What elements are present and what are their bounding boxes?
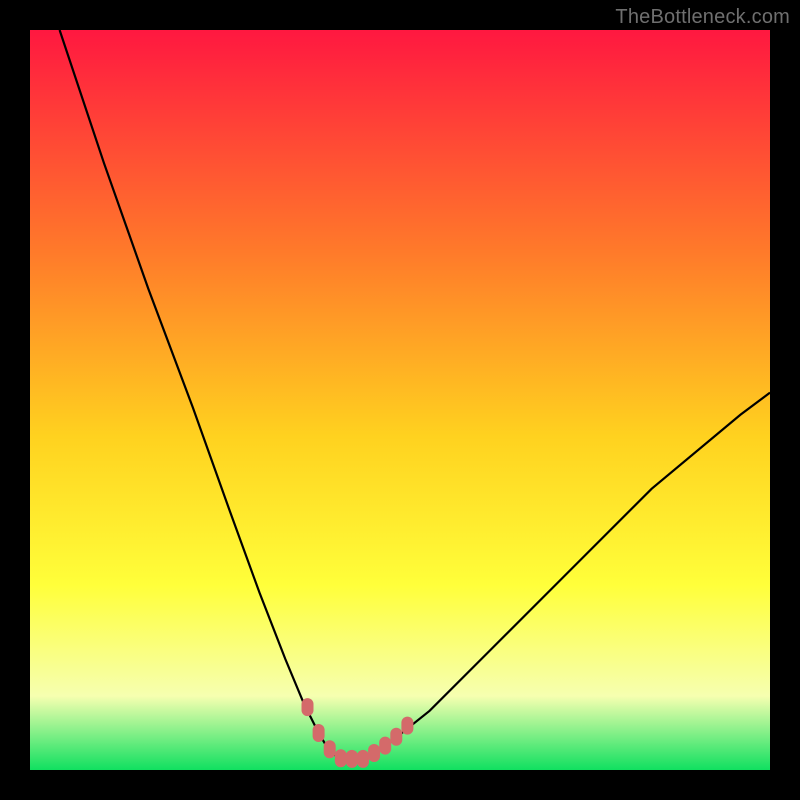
marker-dot bbox=[346, 750, 358, 768]
marker-dot bbox=[368, 744, 380, 762]
marker-dot bbox=[401, 717, 413, 735]
marker-dot bbox=[379, 737, 391, 755]
marker-dot bbox=[357, 750, 369, 768]
marker-dot bbox=[390, 728, 402, 746]
bottleneck-chart bbox=[30, 30, 770, 770]
marker-dot bbox=[335, 749, 347, 767]
chart-frame bbox=[30, 30, 770, 770]
marker-dot bbox=[302, 698, 314, 716]
marker-dot bbox=[313, 724, 325, 742]
gradient-bg bbox=[30, 30, 770, 770]
marker-dot bbox=[324, 740, 336, 758]
watermark-text: TheBottleneck.com bbox=[615, 6, 790, 29]
